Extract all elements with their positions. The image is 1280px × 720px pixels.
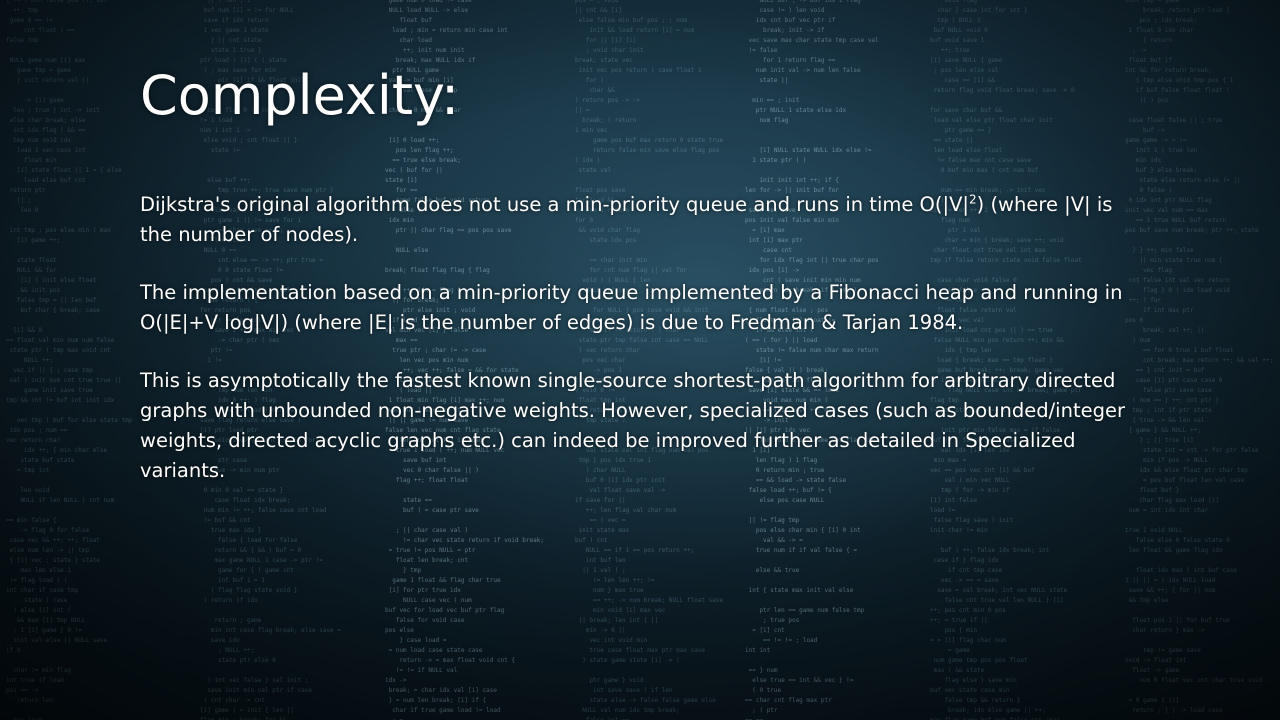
slide-title: Complexity: [140,64,460,127]
paragraph-fibonacci-heap: The implementation based on a min-priori… [140,281,1123,334]
slide: { != ) min false pos ++; buf ++; tmp gam… [0,0,1280,720]
superscript: 2 [969,192,977,207]
paragraph-text: Dijkstra's original algorithm does not u… [140,193,969,216]
slide-body: Dijkstra's original algorithm does not u… [140,190,1125,514]
paragraph-original-algorithm: Dijkstra's original algorithm does not u… [140,190,1125,250]
code-column: init tmp = game break; return ptr load }… [1125,0,1274,714]
paragraph-asymptotic: This is asymptotically the fastest known… [140,369,1125,482]
